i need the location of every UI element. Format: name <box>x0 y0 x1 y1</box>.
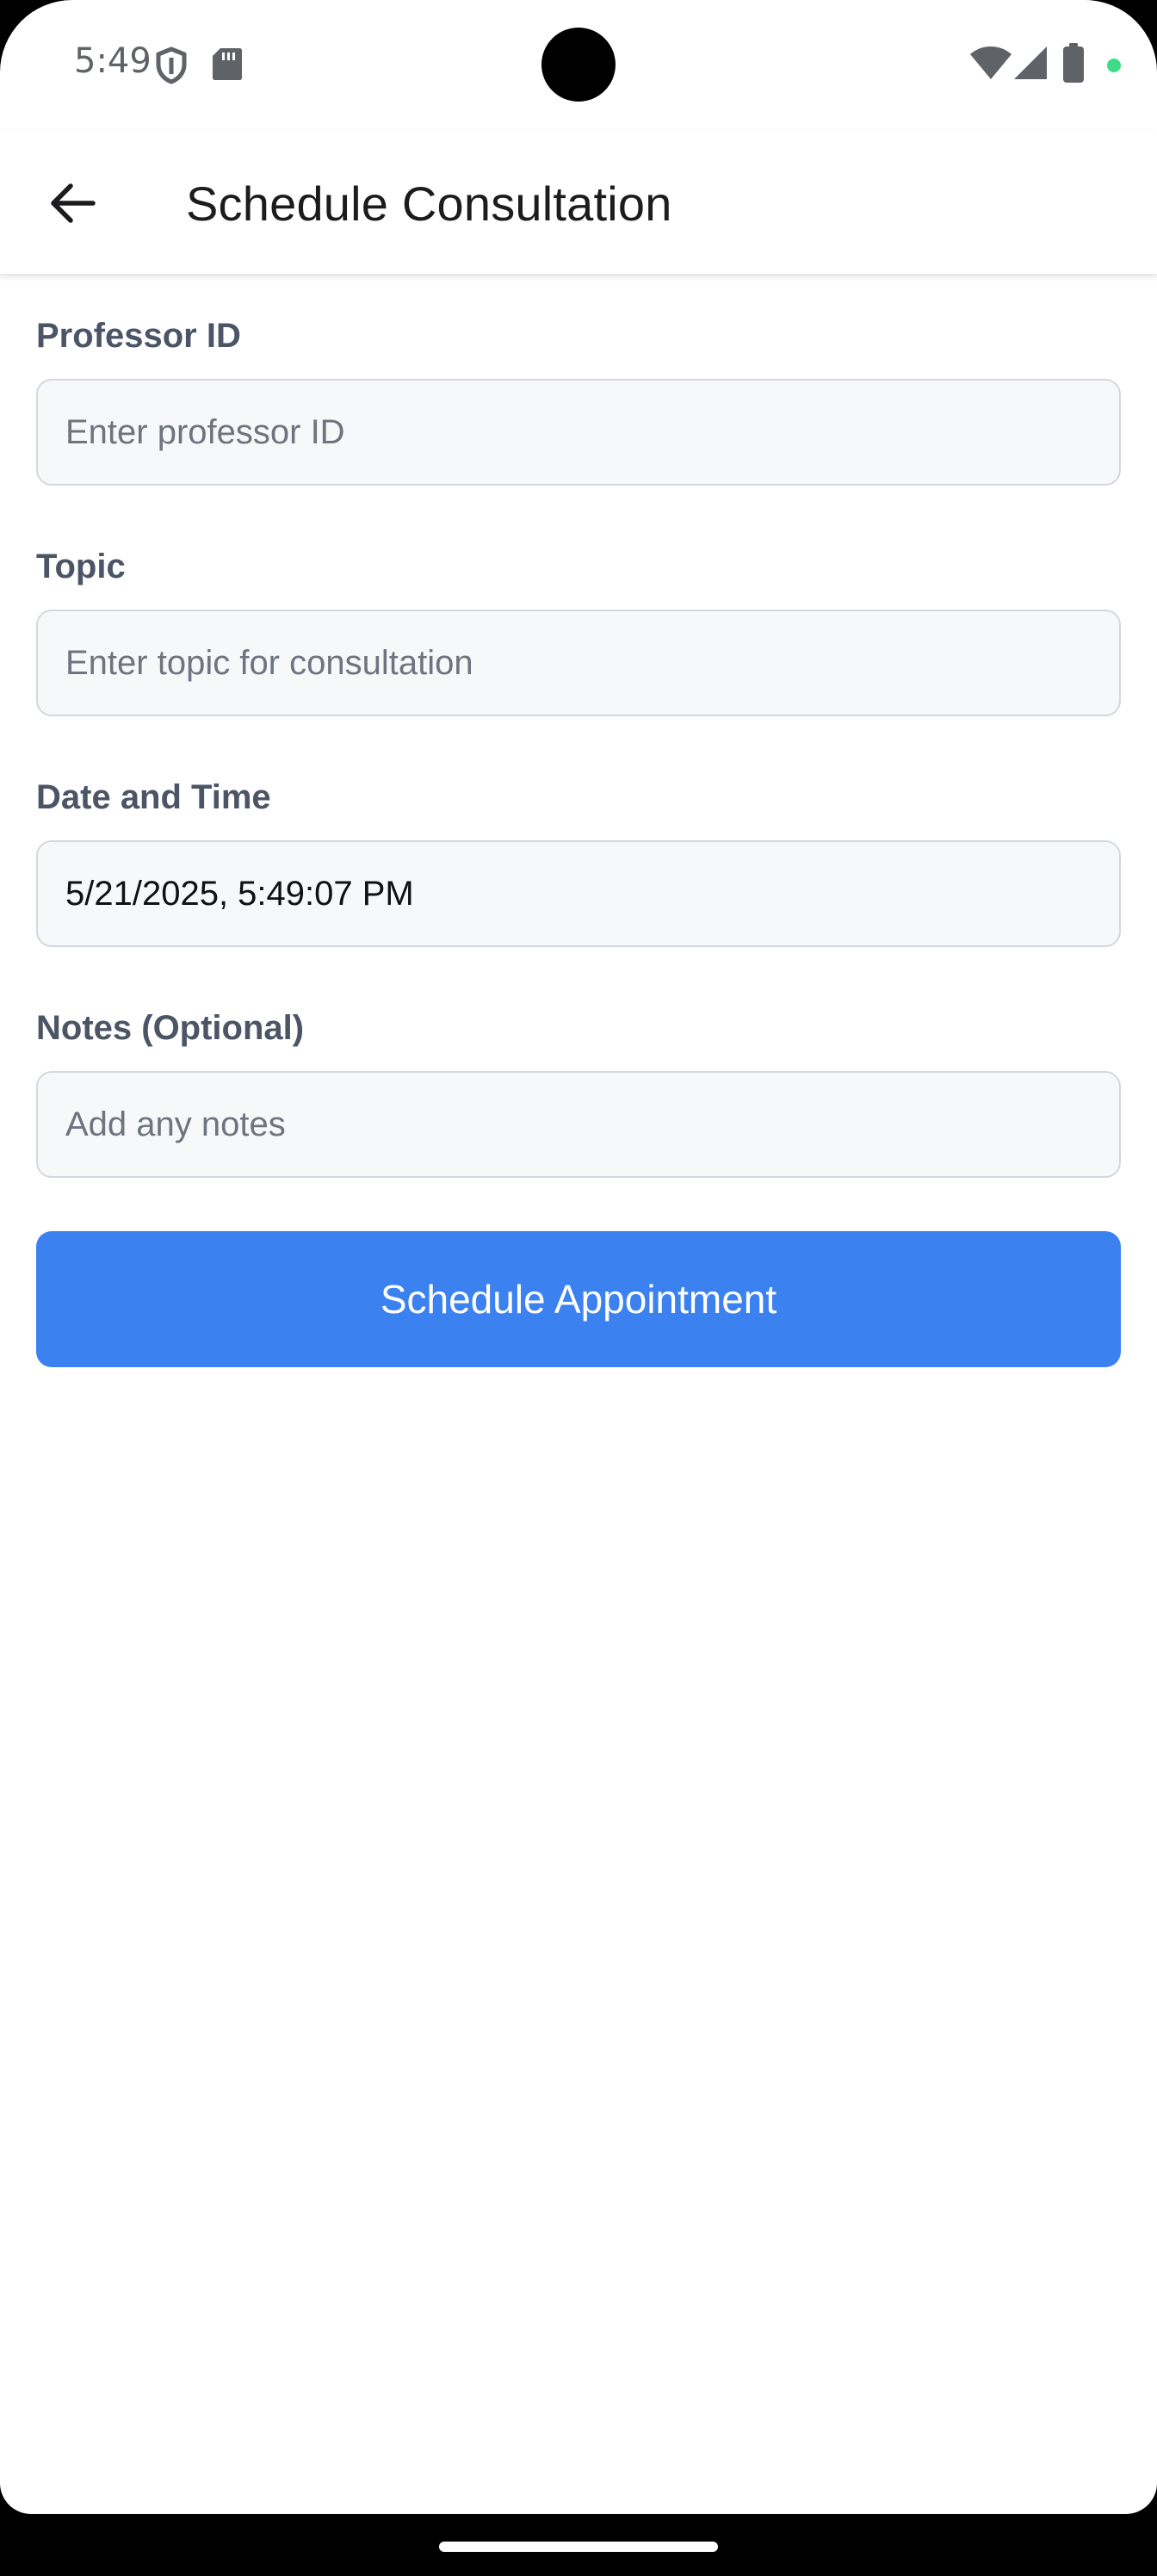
professor-id-label: Professor ID <box>36 317 241 355</box>
app-bar: Schedule Consultation <box>0 129 1157 275</box>
topic-input[interactable] <box>36 610 1121 716</box>
status-time: 5:49 <box>74 41 152 81</box>
back-button[interactable] <box>34 167 110 243</box>
app-screen: 5:49 Schedule Consultation Professor ID … <box>0 0 1157 2514</box>
date-time-input[interactable] <box>36 840 1121 947</box>
notes-input[interactable] <box>36 1071 1121 1178</box>
schedule-appointment-button[interactable]: Schedule Appointment <box>36 1231 1121 1367</box>
battery-icon <box>1062 43 1085 87</box>
sd-card-icon <box>212 46 243 85</box>
privacy-dot-shape <box>1107 59 1121 72</box>
home-indicator[interactable] <box>439 2542 718 2552</box>
camera-cutout <box>541 28 616 102</box>
signal-icon <box>1012 45 1049 85</box>
status-bar: 5:49 <box>0 0 1157 129</box>
topic-label: Topic <box>36 548 126 585</box>
shield-icon <box>155 46 188 89</box>
privacy-dot <box>1107 59 1121 77</box>
page-title: Schedule Consultation <box>186 176 672 231</box>
professor-id-input[interactable] <box>36 379 1121 486</box>
arrow-left-icon <box>48 183 96 228</box>
wifi-icon <box>969 45 1012 85</box>
notes-label: Notes (Optional) <box>36 1009 305 1047</box>
date-time-label: Date and Time <box>36 778 271 816</box>
